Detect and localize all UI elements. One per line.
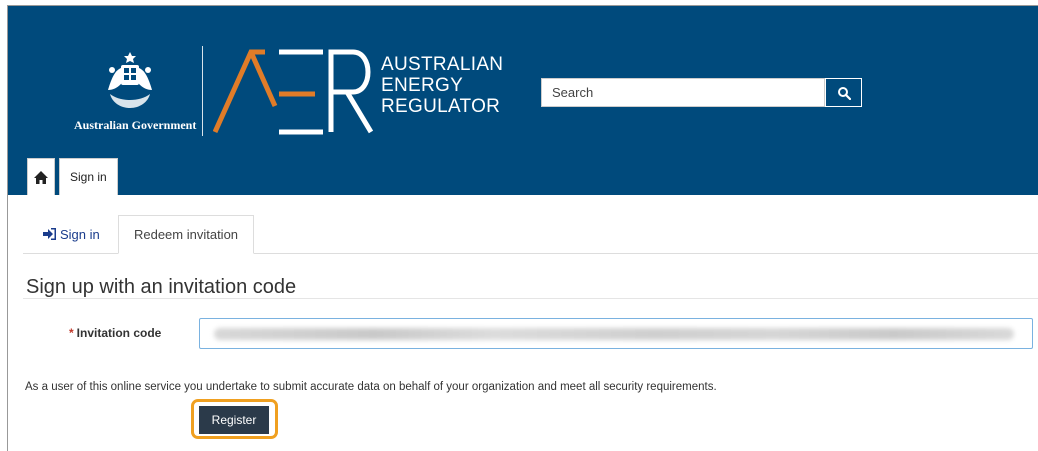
government-text: Australian Government [74,118,197,132]
subtab-sign-in[interactable]: Sign in [23,215,117,253]
title-divider [23,298,1038,299]
home-icon [34,170,48,184]
regulator-name: AUSTRALIAN ENERGY REGULATOR [381,54,503,117]
australian-government-logo[interactable]: Australian Government [74,50,197,134]
register-button[interactable]: Register [199,406,269,434]
invitation-code-label: * Invitation code [69,326,161,340]
blurred-code-value [214,328,1014,340]
tab-home[interactable] [27,158,55,195]
browser-frame: Australian Government AUSTRALIAN ENERGY … [7,5,1038,451]
invitation-code-label-text: Invitation code [76,326,162,340]
subtab-sign-in-label: Sign in [60,226,100,242]
aer-logo-icon[interactable] [213,46,373,136]
search-button[interactable] [825,78,862,107]
tab-sign-in[interactable]: Sign in [59,158,118,195]
regulator-name-line3: REGULATOR [381,96,501,117]
page-title: Sign up with an invitation code [26,276,297,298]
search-icon [837,86,851,100]
required-marker: * [69,326,74,340]
site-header: Australian Government AUSTRALIAN ENERGY … [8,6,1038,195]
subtab-redeem-invitation[interactable]: Redeem invitation [118,215,254,254]
regulator-name-line1: AUSTRALIAN [381,54,504,75]
auth-subtabs: Sign in Redeem invitation [23,215,1038,254]
terms-disclaimer: As a user of this online service you und… [25,381,717,393]
sign-in-icon [43,228,56,240]
search-input[interactable]: Search [541,78,825,107]
logo-divider [202,46,203,136]
invitation-code-input[interactable] [199,318,1033,349]
coat-of-arms-icon [108,52,152,108]
regulator-name-line2: ENERGY [381,75,464,96]
